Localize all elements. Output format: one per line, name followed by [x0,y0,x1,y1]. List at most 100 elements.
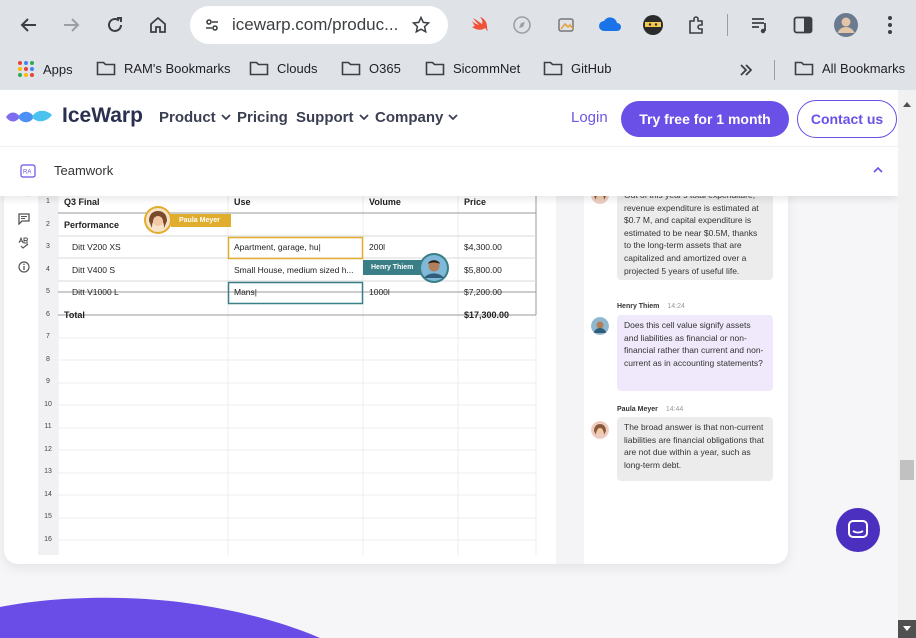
cell-product-name[interactable]: Ditt V200 XS [66,236,228,258]
spreadsheet-demo-panel: 1 Q3 Final Use Volume Price 2 Performanc… [4,190,788,564]
chat-launcher-button[interactable] [836,508,880,552]
browser-toolbar: icewarp.com/produc... [0,0,916,50]
toolbar-divider [727,14,728,36]
chevron-down-icon [358,114,369,121]
brand-name: IceWarp [62,104,143,127]
svg-text:RA: RA [23,170,31,176]
chat-message: Does this cell value signify assets and … [617,315,773,391]
bookmark-star-icon[interactable] [412,16,430,34]
cloud-extension-icon[interactable] [596,12,624,38]
row-number: 13 [38,461,58,483]
row-number: 12 [38,439,58,461]
cell-use[interactable]: Small House, medium sized h... [228,258,358,281]
row-number: 14 [38,484,58,506]
bookmarks-divider [774,60,775,80]
folder-icon [794,61,814,76]
row-number: 11 [38,416,58,438]
cell-product-name[interactable]: Ditt V400 S [66,258,228,281]
contact-us-button[interactable]: Contact us [797,100,897,138]
nav-pricing[interactable]: Pricing [237,109,288,126]
nav-company[interactable]: Company [375,109,458,126]
sheet-tool-column [4,190,38,564]
row-number: 2 [38,213,58,236]
profile-avatar-icon[interactable] [832,11,860,39]
panel-divider [556,190,584,564]
henry-avatar-icon [591,317,609,335]
site-info-icon[interactable] [204,17,220,33]
bookmark-github[interactable]: GitHub [543,60,611,76]
collaborator-badge-henry: Henry Thiem [363,260,425,275]
compass-extension-icon[interactable] [510,13,534,37]
bookmark-rams-bookmarks[interactable]: RAM's Bookmarks [96,60,231,76]
row-number: 15 [38,506,58,528]
swift-extension-icon[interactable] [468,13,492,37]
collaborator-badge-paula: Paula Meyer [171,214,231,227]
cell-price[interactable]: $4,300.00 [458,236,536,258]
chevron-up-icon[interactable] [870,162,886,178]
cell-product-name[interactable]: Ditt V1000 L [66,281,228,303]
bookmarks-bar: Apps RAM's Bookmarks Clouds O365 SicommN… [0,50,916,90]
comment-thread-panel: Out of this year's total expenditure, re… [584,190,788,564]
chat-author: Paula Meyer 14:44 [617,406,684,413]
more-menu-icon[interactable] [877,12,903,38]
cell-use-editing[interactable]: Mans| [228,281,363,303]
chat-author: Henry Thiem 14:24 [617,303,685,310]
cell-total-label[interactable]: Total [58,303,228,326]
row-number: 8 [38,349,58,371]
cell-price[interactable]: $5,800.00 [458,258,536,281]
chevron-down-icon [448,114,458,121]
nav-product[interactable]: Product [159,109,231,126]
forward-icon[interactable] [58,12,84,38]
side-panel-icon[interactable] [790,12,816,38]
folder-icon [425,61,445,76]
paula-avatar-icon [144,206,172,234]
back-icon[interactable] [16,12,42,38]
nav-support[interactable]: Support [296,109,369,126]
folder-icon [543,61,563,76]
cell-volume[interactable]: 1000l [363,281,458,303]
gallery-extension-icon[interactable] [554,13,578,37]
spellcheck-icon[interactable] [16,236,32,250]
row-number: 10 [38,394,58,416]
cell-use-editing[interactable]: Apartment, garage, hu| [228,236,363,258]
media-queue-icon[interactable] [747,12,773,38]
row-number: 5 [38,281,58,303]
bookmark-o365[interactable]: O365 [341,60,401,76]
submenu-title[interactable]: Teamwork [54,163,113,178]
bookmark-apps[interactable]: Apps [17,60,73,78]
row-number: 7 [38,326,58,348]
chat-message: The broad answer is that non-current lia… [617,417,773,481]
spreadsheet-grid: 1 Q3 Final Use Volume Price 2 Performanc… [38,190,556,555]
web-page: 1 Q3 Final Use Volume Price 2 Performanc… [0,90,898,638]
info-icon[interactable] [16,260,32,274]
extensions-puzzle-icon[interactable] [683,12,709,38]
login-link[interactable]: Login [571,109,608,126]
cell-total-price[interactable]: $17,300.00 [458,303,536,326]
comment-icon[interactable] [16,212,32,226]
more-bookmarks-chevron-icon[interactable] [735,59,757,81]
chevron-down-icon [221,114,231,121]
chat-bubble-icon [848,520,868,538]
reload-icon[interactable] [102,12,128,38]
cell-price[interactable]: $7,200.00 [458,281,536,303]
icewarp-logo[interactable]: IceWarp [4,104,143,128]
row-number: 6 [38,303,58,326]
folder-icon [96,61,116,76]
ninja-extension-icon[interactable] [640,12,666,38]
address-bar[interactable]: icewarp.com/produc... [190,6,448,44]
bookmark-all-bookmarks[interactable]: All Bookmarks [794,60,905,76]
site-header: IceWarp Product Pricing Support Company … [0,90,898,146]
page-scrollbar[interactable] [898,90,916,638]
row-number: 3 [38,236,58,258]
product-submenu-bar: RA Teamwork [0,146,898,196]
scrollbar-graphics [898,102,916,638]
chat-message: Out of this year's total expenditure, re… [617,190,773,280]
try-free-button[interactable]: Try free for 1 month [621,101,789,137]
row-number: 4 [38,258,58,281]
home-icon[interactable] [145,12,171,38]
bookmark-clouds[interactable]: Clouds [249,60,317,76]
url-text[interactable]: icewarp.com/produc... [232,15,402,35]
teamwork-icon: RA [20,164,36,178]
bookmark-sicommnet[interactable]: SicommNet [425,60,520,76]
browser-window: icewarp.com/produc... Apps RAM's Bookmar… [0,0,916,638]
